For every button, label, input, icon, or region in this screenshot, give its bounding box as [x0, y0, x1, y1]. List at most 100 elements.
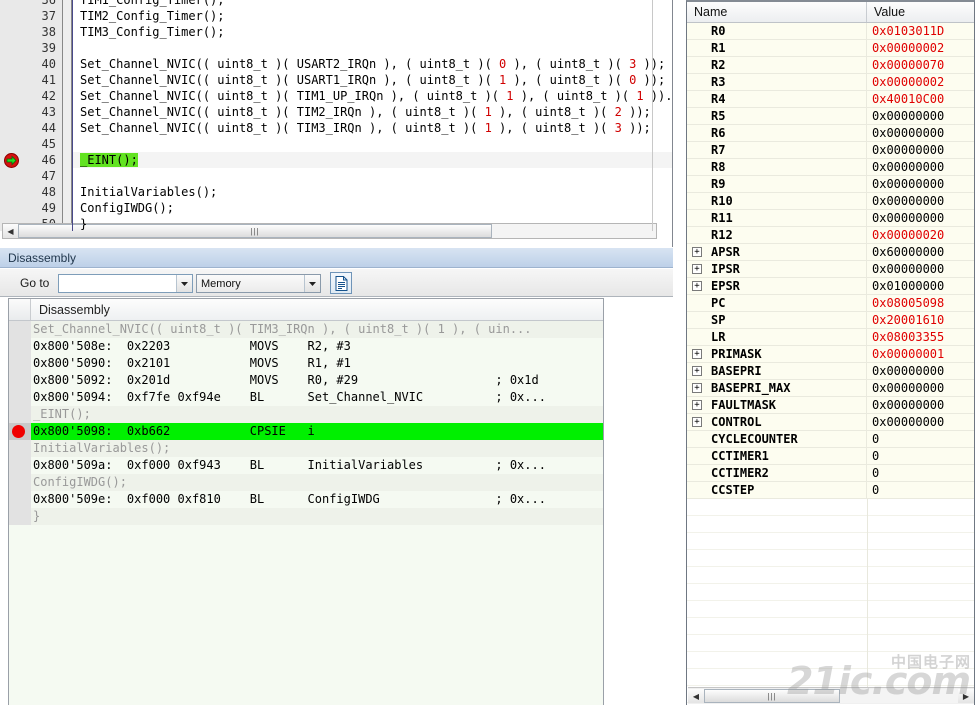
register-value[interactable]: 0	[867, 482, 974, 499]
source-line[interactable]: 49 ConfigIWDG();	[0, 200, 672, 216]
register-row[interactable]: R11 0x00000000	[687, 210, 974, 227]
source-line[interactable]: 46 _EINT();	[0, 152, 672, 168]
register-value[interactable]: 0x08005098	[867, 295, 974, 312]
disassembly-source-row[interactable]: ConfigIWDG();	[9, 474, 603, 491]
registers-rows[interactable]: R0 0x0103011D R1 0x00000002 R2 0x00000070 R3 0x…	[687, 23, 974, 499]
expand-plus-icon[interactable]: +	[692, 247, 702, 257]
register-value[interactable]: 0x00000002	[867, 40, 974, 57]
execution-arrow-icon[interactable]	[4, 153, 19, 168]
registers-scroll-track[interactable]	[840, 689, 958, 703]
editor-horizontal-scrollbar[interactable]: ◀ |||	[2, 223, 657, 239]
expand-plus-icon[interactable]: +	[692, 349, 702, 359]
register-row[interactable]: + FAULTMASK 0x00000000	[687, 397, 974, 414]
scroll-left-arrow-icon[interactable]: ◀	[688, 689, 704, 703]
disassembly-instruction-row[interactable]: 0x800'509e: 0xf000 0xf810 BL ConfigIWDG …	[9, 491, 603, 508]
register-row[interactable]: CYCLECOUNTER 0	[687, 431, 974, 448]
source-line[interactable]: 40 Set_Channel_NVIC(( uint8_t )( USART2_I…	[0, 56, 672, 72]
register-row[interactable]: R5 0x00000000	[687, 108, 974, 125]
register-value[interactable]: 0	[867, 465, 974, 482]
register-value[interactable]: 0x00000000	[867, 210, 974, 227]
toggle-mixed-mode-button[interactable]	[330, 272, 352, 294]
register-row[interactable]: + BASEPRI_MAX 0x00000000	[687, 380, 974, 397]
source-line[interactable]: 41 Set_Channel_NVIC(( uint8_t )( USART1_I…	[0, 72, 672, 88]
source-line[interactable]: 43 Set_Channel_NVIC(( uint8_t )( TIM2_IRQ…	[0, 104, 672, 120]
register-row[interactable]: + BASEPRI 0x00000000	[687, 363, 974, 380]
disassembly-gutter[interactable]	[9, 321, 31, 338]
registers-column-value[interactable]: Value	[867, 2, 974, 22]
register-row[interactable]: R9 0x00000000	[687, 176, 974, 193]
register-row[interactable]: LR 0x08003355	[687, 329, 974, 346]
disassembly-gutter[interactable]	[9, 457, 31, 474]
register-row[interactable]: R7 0x00000000	[687, 142, 974, 159]
source-line[interactable]: 45	[0, 136, 672, 152]
register-value[interactable]: 0x00000000	[867, 261, 974, 278]
registers-pane[interactable]: Name Value R0 0x0103011D R1 0x00000002 R2 0x0…	[686, 0, 975, 705]
register-row[interactable]: SP 0x20001610	[687, 312, 974, 329]
source-line[interactable]: 37 TIM2_Config_Timer();	[0, 8, 672, 24]
register-row[interactable]: + IPSR 0x00000000	[687, 261, 974, 278]
disassembly-source-row[interactable]: InitialVariables();	[9, 440, 603, 457]
editor-scroll-track[interactable]	[492, 224, 656, 238]
register-value[interactable]: 0x00000000	[867, 397, 974, 414]
register-value[interactable]: 0x00000000	[867, 108, 974, 125]
expand-plus-icon[interactable]: +	[692, 366, 702, 376]
editor-scroll-thumb[interactable]: |||	[18, 224, 492, 238]
disassembly-source-row[interactable]: Set_Channel_NVIC(( uint8_t )( TIM3_IRQn …	[9, 321, 603, 338]
register-value[interactable]: 0x00000020	[867, 227, 974, 244]
register-value[interactable]: 0x01000000	[867, 278, 974, 295]
disassembly-rows[interactable]: Set_Channel_NVIC(( uint8_t )( TIM3_IRQn …	[9, 321, 603, 525]
goto-combobox[interactable]	[58, 274, 193, 293]
register-value[interactable]: 0x08003355	[867, 329, 974, 346]
register-value[interactable]: 0x00000002	[867, 74, 974, 91]
breakpoint-icon[interactable]	[12, 425, 25, 438]
registers-column-name[interactable]: Name	[687, 2, 867, 22]
register-value[interactable]: 0x00000000	[867, 193, 974, 210]
register-row[interactable]: + PRIMASK 0x00000001	[687, 346, 974, 363]
register-row[interactable]: + APSR 0x60000000	[687, 244, 974, 261]
disassembly-gutter[interactable]	[9, 440, 31, 457]
expand-plus-icon[interactable]: +	[692, 383, 702, 393]
disassembly-gutter[interactable]	[9, 406, 31, 423]
disassembly-instruction-row[interactable]: 0x800'5094: 0xf7fe 0xf94e BL Set_Channel…	[9, 389, 603, 406]
register-value[interactable]: 0x00000000	[867, 380, 974, 397]
expand-plus-icon[interactable]: +	[692, 264, 702, 274]
register-row[interactable]: R10 0x00000000	[687, 193, 974, 210]
source-line[interactable]: 48 InitialVariables();	[0, 184, 672, 200]
register-value[interactable]: 0x0103011D	[867, 23, 974, 40]
source-line[interactable]: 42 Set_Channel_NVIC(( uint8_t )( TIM1_UP_…	[0, 88, 672, 104]
disassembly-instruction-row[interactable]: 0x800'5092: 0x201d MOVS R0, #29 ; 0x1d	[9, 372, 603, 389]
register-row[interactable]: R4 0x40010C00	[687, 91, 974, 108]
disassembly-instruction-row[interactable]: 0x800'508e: 0x2203 MOVS R2, #3	[9, 338, 603, 355]
source-line[interactable]: 36 TIM1_Config_Timer();	[0, 0, 672, 8]
register-value[interactable]: 0x00000000	[867, 414, 974, 431]
expand-plus-icon[interactable]: +	[692, 281, 702, 291]
register-row[interactable]: R2 0x00000070	[687, 57, 974, 74]
source-line[interactable]: 44 Set_Channel_NVIC(( uint8_t )( TIM3_IRQ…	[0, 120, 672, 136]
disassembly-instruction-row[interactable]: 0x800'5090: 0x2101 MOVS R1, #1	[9, 355, 603, 372]
disassembly-gutter[interactable]	[9, 389, 31, 406]
source-line[interactable]: 47	[0, 168, 672, 184]
disassembly-gutter[interactable]	[9, 508, 31, 525]
register-row[interactable]: PC 0x08005098	[687, 295, 974, 312]
register-row[interactable]: CCSTEP 0	[687, 482, 974, 499]
register-row[interactable]: R3 0x00000002	[687, 74, 974, 91]
register-row[interactable]: R12 0x00000020	[687, 227, 974, 244]
register-row[interactable]: R8 0x00000000	[687, 159, 974, 176]
register-row[interactable]: + CONTROL 0x00000000	[687, 414, 974, 431]
register-value[interactable]: 0x00000070	[867, 57, 974, 74]
register-value[interactable]: 0x60000000	[867, 244, 974, 261]
registers-horizontal-scrollbar[interactable]: ◀ ||| ▶	[688, 687, 974, 704]
chevron-down-icon[interactable]	[304, 275, 320, 292]
register-value[interactable]: 0x00000001	[867, 346, 974, 363]
register-value[interactable]: 0	[867, 448, 974, 465]
disassembly-source-row[interactable]: }	[9, 508, 603, 525]
disassembly-gutter[interactable]	[9, 474, 31, 491]
disassembly-gutter[interactable]	[9, 355, 31, 372]
register-value[interactable]: 0	[867, 431, 974, 448]
register-row[interactable]: R6 0x00000000	[687, 125, 974, 142]
scroll-left-arrow-icon[interactable]: ◀	[3, 224, 18, 238]
source-editor-pane[interactable]: 36 TIM1_Config_Timer(); 37 TIM2_Config_Time…	[0, 0, 673, 247]
register-value[interactable]: 0x40010C00	[867, 91, 974, 108]
source-code-lines[interactable]: 36 TIM1_Config_Timer(); 37 TIM2_Config_Time…	[0, 0, 672, 231]
register-row[interactable]: R0 0x0103011D	[687, 23, 974, 40]
